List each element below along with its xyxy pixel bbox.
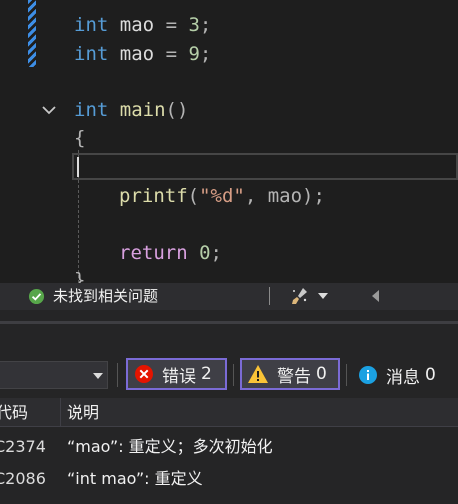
function-name: main — [119, 99, 166, 121]
number-literal: 0 — [199, 242, 211, 264]
chevron-down-icon[interactable] — [93, 373, 103, 379]
open-brace: { — [74, 127, 86, 149]
code-line-2[interactable]: int mao = 9; — [74, 40, 211, 68]
warnings-count: 0 — [316, 364, 327, 384]
string-literal: "%d" — [199, 185, 245, 207]
messages-filter-label: 消息 — [386, 367, 420, 388]
code-line-1[interactable]: int mao = 3; — [74, 11, 211, 39]
close-brace: } — [74, 269, 86, 283]
number-literal: 9 — [188, 43, 200, 65]
errors-filter-label: 错误 — [162, 366, 196, 387]
toolbar-separator — [117, 363, 118, 387]
status-separator — [269, 287, 270, 305]
warnings-filter-label: 警告 — [277, 366, 311, 387]
semicolon: ; — [199, 43, 212, 65]
table-row[interactable]: C2086 “int mao”: 重定义 — [0, 463, 458, 494]
issues-status-text[interactable]: 未找到相关问题 — [53, 283, 158, 310]
error-code: C2374 — [0, 437, 46, 456]
keyword: int — [74, 14, 109, 36]
warnings-filter-button[interactable]: 警告 0 — [240, 358, 340, 390]
open-paren: ( — [187, 185, 200, 207]
identifier: mao — [119, 14, 155, 36]
code-line-printf[interactable]: printf("%d", mao); — [119, 182, 325, 210]
current-line-highlight — [72, 153, 458, 180]
scroll-left-icon[interactable] — [372, 290, 379, 302]
info-icon — [359, 366, 377, 384]
errors-count: 2 — [201, 364, 212, 384]
collapse-chevron-icon[interactable] — [40, 101, 58, 119]
keyword: int — [74, 99, 109, 121]
operator: = — [165, 14, 178, 36]
return-keyword: return — [119, 242, 188, 264]
error-description: “int mao”: 重定义 — [67, 469, 203, 488]
column-header-code[interactable]: 代码 — [0, 398, 56, 427]
identifier: mao — [119, 43, 155, 65]
code-line-open-brace[interactable]: { — [74, 124, 85, 152]
semicolon: ; — [210, 242, 222, 264]
error-icon — [135, 365, 153, 383]
errors-filter-button[interactable]: 错误 2 — [126, 358, 227, 390]
table-row[interactable]: C2374 “mao”: 重定义；多次初始化 — [0, 431, 458, 462]
check-circle-icon[interactable] — [28, 288, 45, 305]
code-line-return[interactable]: return 0; — [119, 239, 222, 267]
error-code: C2086 — [0, 469, 46, 488]
column-header-description[interactable]: 说明 — [67, 398, 99, 427]
parentheses: () — [165, 99, 189, 121]
column-divider[interactable] — [60, 398, 61, 427]
code-line-close-brace[interactable]: } — [74, 266, 85, 283]
filter-separator — [233, 364, 234, 386]
warning-icon — [248, 365, 268, 383]
error-description: “mao”: 重定义；多次初始化 — [67, 437, 273, 456]
scope-dropdown[interactable] — [0, 361, 108, 389]
operator: = — [165, 43, 178, 65]
code-editor[interactable]: int mao = 3; int mao = 9; int main() { p… — [0, 0, 458, 283]
keyword: int — [74, 43, 109, 65]
call-arguments: , mao); — [244, 185, 325, 207]
function-call: printf — [119, 185, 188, 207]
filter-separator — [346, 364, 347, 386]
messages-count: 0 — [425, 365, 436, 385]
semicolon: ; — [199, 14, 212, 36]
text-caret — [77, 157, 79, 177]
change-tracking-bar — [28, 0, 36, 67]
brush-icon[interactable] — [290, 286, 310, 306]
number-literal: 3 — [188, 14, 200, 36]
chevron-down-icon[interactable] — [318, 293, 328, 299]
code-line-main[interactable]: int main() — [74, 96, 188, 124]
messages-filter-button[interactable]: 消息 0 — [352, 360, 458, 390]
